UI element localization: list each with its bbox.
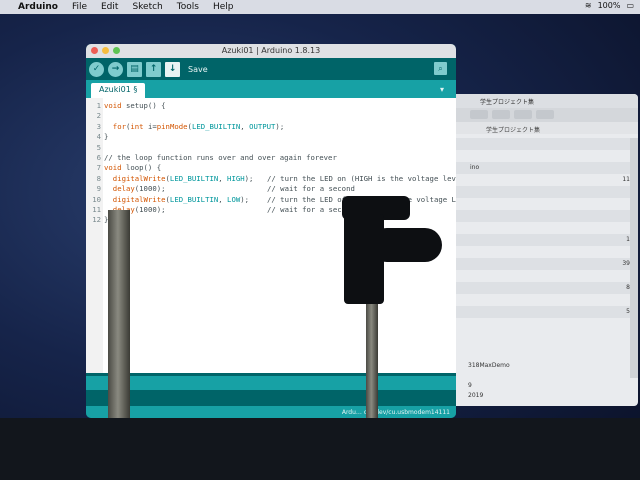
line-number: 4 bbox=[96, 132, 101, 142]
menu-help[interactable]: Help bbox=[213, 2, 234, 12]
line-number: 2 bbox=[96, 111, 101, 121]
line-number: 6 bbox=[96, 152, 101, 162]
finder-window: 学生プロジェクト集 学生プロジェクト集 ino 11 1 39 8 5 318MaxDem… bbox=[440, 94, 638, 406]
finder-row[interactable]: 8 bbox=[440, 282, 630, 294]
toolbar-hover-label: Save bbox=[188, 64, 208, 74]
finder-row-name: ino bbox=[470, 164, 480, 171]
line-number: 7 bbox=[96, 163, 101, 173]
finder-row[interactable] bbox=[440, 186, 630, 198]
sketch-tab-bar: Azuki01 § ▾ bbox=[86, 80, 456, 98]
finder-row[interactable]: 39 bbox=[440, 258, 630, 270]
magnifier-icon: ⌕ bbox=[438, 64, 443, 73]
code-comment: // turn the LED on (HIGH is the voltage … bbox=[267, 173, 456, 183]
code-text: digitalWrite(LED_BUILTIN, LOW); bbox=[112, 194, 250, 204]
finder-row-count: 11 bbox=[622, 176, 630, 183]
line-number: 12 bbox=[92, 215, 101, 225]
code-line[interactable]: 6// the loop function runs over and over… bbox=[86, 153, 456, 163]
line-number: 3 bbox=[96, 121, 101, 131]
code-text: delay(1000); bbox=[112, 184, 166, 194]
line-number: 8 bbox=[96, 173, 101, 183]
finder-share-button[interactable] bbox=[514, 110, 532, 119]
finder-file-list: ino 11 1 39 8 5 bbox=[440, 138, 630, 318]
code-line[interactable]: 3 for(int i=pinMode(LED_BUILTIN, OUTPUT)… bbox=[86, 122, 456, 132]
upload-button[interactable]: → bbox=[108, 61, 123, 77]
finder-row[interactable] bbox=[440, 210, 630, 222]
code-line[interactable]: 5 bbox=[86, 143, 456, 153]
code-text: // the loop function runs over and over … bbox=[104, 152, 337, 162]
finder-row[interactable]: 1 bbox=[440, 234, 630, 246]
desk-surface bbox=[0, 418, 640, 480]
code-text: void setup() { bbox=[104, 101, 166, 110]
arrow-down-icon: ↓ bbox=[168, 64, 177, 74]
minimize-window-button[interactable] bbox=[102, 47, 109, 54]
line-number: 1 bbox=[96, 101, 101, 110]
finder-row[interactable] bbox=[440, 198, 630, 210]
menu-app-name[interactable]: Arduino bbox=[18, 2, 58, 12]
menu-file[interactable]: File bbox=[72, 2, 87, 12]
code-text: for(int i=pinMode(LED_BUILTIN, OUTPUT); bbox=[112, 121, 285, 131]
finder-row[interactable] bbox=[440, 138, 630, 150]
code-text: } bbox=[104, 132, 109, 142]
battery-icon[interactable]: ▭ bbox=[626, 1, 634, 10]
menu-sketch[interactable]: Sketch bbox=[132, 2, 162, 12]
finder-path: 学生プロジェクト集 bbox=[440, 122, 638, 134]
window-title: Azuki01 | Arduino 1.8.13 bbox=[221, 46, 321, 55]
menu-tools[interactable]: Tools bbox=[177, 2, 199, 12]
finder-row[interactable] bbox=[440, 270, 630, 282]
tab-menu-button[interactable]: ▾ bbox=[440, 85, 444, 94]
menu-edit[interactable]: Edit bbox=[101, 2, 118, 12]
finder-row[interactable] bbox=[440, 150, 630, 162]
code-line[interactable]: 8 digitalWrite(LED_BUILTIN, HIGH); // tur… bbox=[86, 174, 456, 184]
tab-azuki01[interactable]: Azuki01 § bbox=[91, 83, 146, 98]
finder-item-2019[interactable]: 2019 bbox=[468, 392, 483, 399]
code-line[interactable]: 4} bbox=[86, 132, 456, 142]
finder-row[interactable]: ino bbox=[440, 162, 630, 174]
code-line[interactable]: 2 bbox=[86, 111, 456, 121]
code-line[interactable]: 1 void setup() { bbox=[86, 101, 456, 111]
battery-percent[interactable]: 100% bbox=[598, 1, 621, 10]
finder-row[interactable] bbox=[440, 246, 630, 258]
ide-toolbar: ✓ → ▤ ↑ ↓ Save ⌕ bbox=[86, 58, 456, 80]
zoom-window-button[interactable] bbox=[113, 47, 120, 54]
check-icon: ✓ bbox=[92, 64, 101, 74]
code-text: digitalWrite(LED_BUILTIN, HIGH); bbox=[112, 173, 254, 183]
finder-item-demo[interactable]: 318MaxDemo bbox=[468, 362, 510, 369]
wifi-icon[interactable]: ≋ bbox=[585, 1, 592, 10]
finder-scrollbar[interactable] bbox=[630, 138, 638, 378]
line-number: 11 bbox=[92, 204, 101, 214]
board-port-status: Ardu… on /dev/cu.usbmodem14111 bbox=[86, 406, 456, 418]
line-number: 9 bbox=[96, 184, 101, 194]
finder-tag-button[interactable] bbox=[536, 110, 554, 119]
camera-mount bbox=[344, 214, 384, 304]
finder-row-count: 39 bbox=[622, 260, 630, 267]
code-line[interactable]: 9 delay(1000); // wait for a second bbox=[86, 184, 456, 194]
close-window-button[interactable] bbox=[91, 47, 98, 54]
code-comment: // wait for a second bbox=[267, 184, 355, 194]
document-icon: ▤ bbox=[130, 64, 139, 74]
finder-toolbar bbox=[440, 108, 638, 122]
code-text: void loop() { bbox=[104, 163, 162, 173]
arrow-up-icon: ↑ bbox=[149, 64, 158, 74]
finder-row[interactable]: 5 bbox=[440, 306, 630, 318]
finder-title: 学生プロジェクト集 bbox=[440, 94, 638, 108]
finder-view-button[interactable] bbox=[470, 110, 488, 119]
verify-button[interactable]: ✓ bbox=[89, 61, 104, 77]
finder-item-9[interactable]: 9 bbox=[468, 382, 472, 389]
line-number: 5 bbox=[96, 142, 101, 152]
window-titlebar: Azuki01 | Arduino 1.8.13 bbox=[86, 44, 456, 58]
new-sketch-button[interactable]: ▤ bbox=[127, 61, 142, 77]
menu-bar: Arduino File Edit Sketch Tools Help ≋ 10… bbox=[0, 0, 640, 14]
arrow-right-icon: → bbox=[111, 64, 120, 74]
code-line[interactable]: 7 void loop() { bbox=[86, 163, 456, 173]
console-divider[interactable] bbox=[86, 376, 456, 390]
finder-gear-button[interactable] bbox=[492, 110, 510, 119]
finder-row[interactable]: 11 bbox=[440, 174, 630, 186]
serial-monitor-button[interactable]: ⌕ bbox=[434, 62, 447, 75]
line-number: 10 bbox=[92, 194, 101, 204]
finder-row[interactable] bbox=[440, 222, 630, 234]
open-sketch-button[interactable]: ↑ bbox=[146, 61, 161, 77]
finder-row[interactable] bbox=[440, 294, 630, 306]
save-sketch-button[interactable]: ↓ bbox=[165, 61, 180, 77]
